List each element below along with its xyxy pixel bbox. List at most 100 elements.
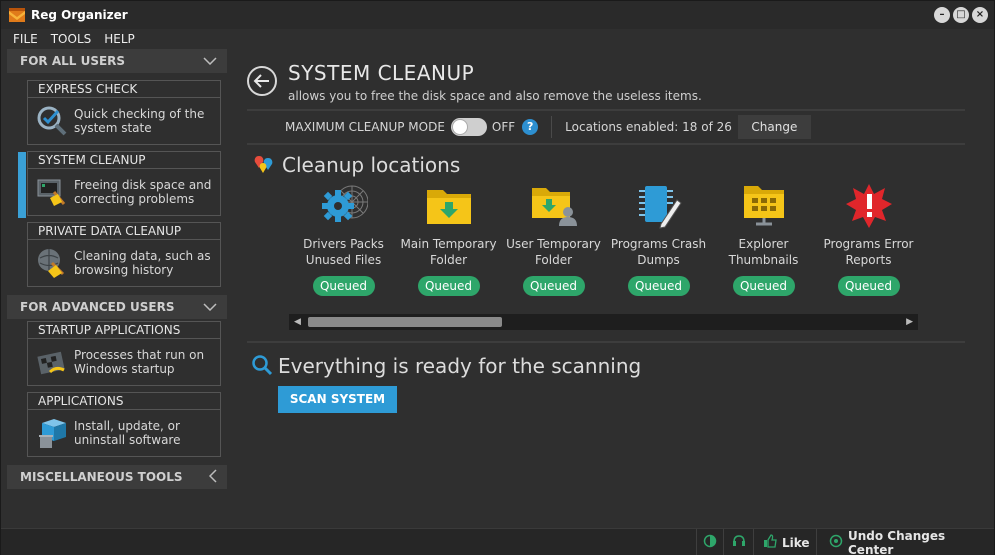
location-label: User Temporary xyxy=(506,237,601,251)
back-button[interactable] xyxy=(247,66,277,96)
divider xyxy=(247,341,965,343)
chip-pen-icon xyxy=(635,182,683,230)
sidebar-item-desc: browsing history xyxy=(74,263,174,277)
location-user-temporary-folder[interactable]: User Temporary Folder Queued xyxy=(501,182,606,296)
scan-system-button[interactable]: SCAN SYSTEM xyxy=(278,386,397,413)
sidebar-item-title: PRIVATE DATA CLEANUP xyxy=(28,223,220,240)
scroll-right-icon[interactable]: ▶ xyxy=(906,317,913,327)
location-main-temporary-folder[interactable]: Main Temporary Folder Queued xyxy=(396,182,501,296)
location-programs-crash-dumps[interactable]: Programs Crash Dumps Queued xyxy=(606,182,711,296)
undo-label: Undo Changes Center xyxy=(848,528,946,555)
chevron-down-icon xyxy=(203,54,217,68)
gear-web-icon xyxy=(320,182,368,230)
location-label: Reports xyxy=(845,253,892,267)
app-title: Reg Organizer xyxy=(31,8,128,22)
locations-enabled: Locations enabled: 18 of 26 xyxy=(565,120,732,134)
menu-bar: FILE TOOLS HELP xyxy=(1,29,994,49)
broom-computer-icon xyxy=(36,176,68,208)
sidebar-item-desc: Quick checking of the xyxy=(74,107,205,121)
sidebar-item-title: APPLICATIONS xyxy=(28,393,220,410)
box-trash-icon xyxy=(36,417,68,449)
location-label: Folder xyxy=(534,253,573,267)
menu-file[interactable]: FILE xyxy=(13,32,38,46)
toggle-state: OFF xyxy=(491,120,516,134)
section-label: FOR ALL USERS xyxy=(20,54,126,68)
location-label: Folder xyxy=(429,253,468,267)
title-bar: Reg Organizer – □ × xyxy=(1,1,994,29)
sidebar-item-desc: Freeing disk space and xyxy=(74,178,212,192)
half-circle-icon xyxy=(703,534,717,551)
status-badge: Queued xyxy=(312,276,375,296)
location-drivers-packs[interactable]: Drivers Packs Unused Files Queued xyxy=(291,182,396,296)
location-label: Drivers Packs xyxy=(303,237,384,251)
locations-scrollbar[interactable]: ◀ ▶ xyxy=(289,314,918,330)
status-bar: Like Undo Changes Center xyxy=(1,528,994,555)
chevron-left-icon xyxy=(208,468,217,486)
sidebar-item-private-data-cleanup[interactable]: PRIVATE DATA CLEANUP Cleaning data, such… xyxy=(27,222,221,287)
location-programs-error-reports[interactable]: Programs Error Reports Queued xyxy=(816,182,921,296)
undo-changes-center-button[interactable]: Undo Changes Center xyxy=(816,529,994,555)
cleanup-locations-title: Cleanup locations xyxy=(282,153,461,177)
menu-tools[interactable]: TOOLS xyxy=(51,32,92,46)
globe-broom-icon xyxy=(36,247,68,279)
folder-grid-icon xyxy=(740,182,788,230)
folder-user-icon xyxy=(530,182,578,230)
help-icon[interactable]: ? xyxy=(522,119,539,135)
sidebar-item-express-check[interactable]: EXPRESS CHECK Quick checking of the syst… xyxy=(27,80,221,145)
scroll-left-icon[interactable]: ◀ xyxy=(294,317,301,327)
active-indicator xyxy=(18,152,26,218)
support-button[interactable] xyxy=(723,529,753,555)
divider xyxy=(247,109,965,111)
change-button[interactable]: Change xyxy=(737,115,811,139)
search-icon xyxy=(251,354,273,376)
maximize-button[interactable]: □ xyxy=(953,7,969,23)
error-burst-icon xyxy=(845,182,893,230)
headset-icon xyxy=(732,534,746,551)
location-label: Dumps xyxy=(637,253,680,267)
cleanup-locations-list: Drivers Packs Unused Files Queued Main T… xyxy=(291,182,921,296)
sidebar: FOR ALL USERS EXPRESS CHECK Quick checki… xyxy=(7,49,227,519)
sidebar-item-system-cleanup[interactable]: SYSTEM CLEANUP Freeing disk space and co… xyxy=(18,151,221,218)
magnifier-check-icon xyxy=(36,105,68,137)
status-badge: Queued xyxy=(732,276,795,296)
toggle-knob xyxy=(451,119,468,135)
status-badge: Queued xyxy=(522,276,585,296)
page-subtitle: allows you to free the disk space and al… xyxy=(288,89,702,103)
divider xyxy=(247,143,965,145)
location-label: Programs Crash xyxy=(610,237,707,251)
divider xyxy=(551,116,553,138)
scrollbar-thumb[interactable] xyxy=(308,317,502,327)
menu-help[interactable]: HELP xyxy=(104,32,135,46)
section-miscellaneous-tools[interactable]: MISCELLANEOUS TOOLS xyxy=(7,465,227,489)
folder-download-icon xyxy=(425,182,473,230)
app-window: Reg Organizer – □ × FILE TOOLS HELP FOR … xyxy=(0,0,995,555)
sidebar-item-title: SYSTEM CLEANUP xyxy=(28,152,220,169)
max-cleanup-mode-toggle[interactable] xyxy=(450,118,487,136)
status-badge: Queued xyxy=(627,276,690,296)
theme-toggle[interactable] xyxy=(696,529,723,555)
location-pins-icon xyxy=(253,154,275,176)
like-button[interactable]: Like xyxy=(753,529,816,555)
sidebar-item-desc: system state xyxy=(74,121,152,135)
max-cleanup-mode-label: MAXIMUM CLEANUP MODE xyxy=(285,120,445,134)
sidebar-item-applications[interactable]: APPLICATIONS Install, update, or uninsta… xyxy=(27,392,221,457)
window-controls: – □ × xyxy=(934,7,988,23)
sidebar-item-startup-applications[interactable]: STARTUP APPLICATIONS Processes that run … xyxy=(27,321,221,386)
reg-organizer-logo-icon xyxy=(9,8,25,22)
sidebar-item-title: STARTUP APPLICATIONS xyxy=(28,322,220,339)
section-label: MISCELLANEOUS TOOLS xyxy=(20,470,183,484)
close-button[interactable]: × xyxy=(972,7,988,23)
location-label: Programs Error xyxy=(823,237,914,251)
sidebar-item-title: EXPRESS CHECK xyxy=(28,81,220,98)
chevron-down-icon xyxy=(203,300,217,314)
thumbs-up-icon xyxy=(763,534,777,551)
undo-circle-icon xyxy=(829,534,843,551)
location-explorer-thumbnails[interactable]: Explorer Thumbnails Queued xyxy=(711,182,816,296)
section-for-all-users[interactable]: FOR ALL USERS xyxy=(7,49,227,73)
section-for-advanced-users[interactable]: FOR ADVANCED USERS xyxy=(7,295,227,319)
minimize-button[interactable]: – xyxy=(934,7,950,23)
ready-title: Everything is ready for the scanning xyxy=(278,354,642,378)
location-label: Main Temporary xyxy=(400,237,497,251)
sidebar-item-desc: correcting problems xyxy=(74,192,195,206)
location-label: Unused Files xyxy=(305,253,382,267)
